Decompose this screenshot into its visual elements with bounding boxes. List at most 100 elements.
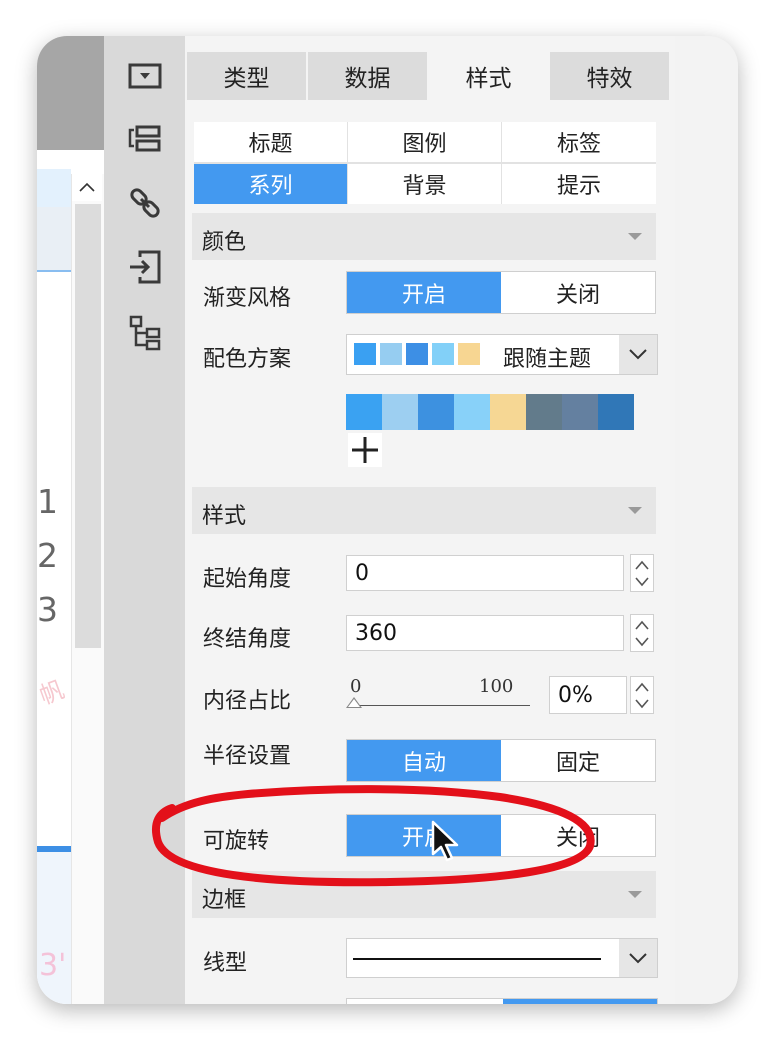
gradient-style-label: 渐变风格 [203, 286, 292, 311]
subtab-background[interactable]: 背景 [348, 164, 501, 204]
rotatable-toggle: 开启 关闭 [346, 814, 656, 857]
radius-fixed-option[interactable]: 固定 [501, 740, 655, 781]
scheme-preview-swatch [458, 343, 480, 365]
scheme-preview-swatch [406, 343, 428, 365]
slider-min-label: 0 [350, 676, 362, 697]
chevron-up-icon [79, 182, 95, 192]
border-toggle-selected[interactable] [503, 999, 657, 1004]
rotatable-on-option[interactable]: 开启 [347, 815, 501, 856]
side-toolbar [104, 36, 185, 1004]
chevron-down-icon[interactable] [619, 335, 657, 374]
tab-data[interactable]: 数据 [308, 52, 427, 100]
border-toggle-partial[interactable] [346, 998, 658, 1004]
palette-color-chip[interactable] [562, 394, 598, 430]
inner-radius-label: 内径占比 [203, 689, 292, 714]
color-scheme-select[interactable]: 跟随主题 [346, 334, 658, 375]
gradient-style-toggle: 开启 关闭 [346, 271, 656, 314]
palette-color-chip[interactable] [454, 394, 490, 430]
rotatable-off-option[interactable]: 关闭 [501, 815, 655, 856]
subtab-series[interactable]: 系列 [194, 164, 347, 204]
rotatable-label: 可旋转 [203, 829, 270, 854]
chevron-up-icon[interactable] [635, 558, 649, 572]
screen-icon[interactable] [126, 57, 164, 95]
canvas-header-row [37, 207, 71, 272]
gradient-off-option[interactable]: 关闭 [501, 272, 655, 313]
end-angle-input[interactable]: 360 [346, 615, 624, 651]
import-icon[interactable] [126, 248, 164, 286]
chart-canvas: 1 2 3 帆 3' [37, 36, 105, 1004]
gradient-on-option[interactable]: 开启 [347, 272, 501, 313]
subtab-label[interactable]: 标签 [502, 122, 656, 162]
slider-handle[interactable] [346, 697, 362, 708]
row-number: 1 [37, 482, 58, 521]
collapse-caret-icon[interactable] [628, 507, 642, 514]
palette-color-chip[interactable] [490, 394, 526, 430]
palette-color-chip[interactable] [382, 394, 418, 430]
color-scheme-value: 跟随主题 [503, 347, 592, 372]
section-border-header[interactable]: 边框 [192, 871, 656, 918]
radius-setting-toggle: 自动 固定 [346, 739, 656, 782]
app-window: 1 2 3 帆 3' 类型 数据 样式 特效 标题 图例 标签 系列 背景 提示… [37, 36, 738, 1004]
palette-color-chip[interactable] [418, 394, 454, 430]
chevron-down-icon[interactable] [635, 575, 649, 589]
scrollbar-thumb[interactable] [75, 204, 101, 648]
tree-icon[interactable] [126, 314, 164, 352]
palette-color-chip[interactable] [346, 394, 382, 430]
slider-max-label: 100 [479, 676, 514, 697]
style-subtabs: 标题 图例 标签 系列 背景 提示 [194, 122, 656, 204]
subtab-legend[interactable]: 图例 [348, 122, 501, 162]
section-title: 边框 [202, 888, 247, 913]
scheme-preview-swatch [380, 343, 402, 365]
subtab-tooltip[interactable]: 提示 [502, 164, 656, 204]
mouse-pointer-icon [431, 820, 459, 862]
section-title: 颜色 [202, 230, 247, 255]
section-color-header[interactable]: 颜色 [192, 213, 656, 260]
canvas-faded-text: 3' [39, 948, 67, 983]
canvas-faded-text: 帆 [37, 675, 68, 711]
add-color-button[interactable] [348, 433, 382, 467]
subtab-title[interactable]: 标题 [194, 122, 347, 162]
scroll-up-button[interactable] [72, 173, 102, 201]
solid-line-preview [353, 958, 601, 960]
color-palette [346, 394, 634, 430]
tab-effects[interactable]: 特效 [550, 52, 669, 100]
radius-auto-option[interactable]: 自动 [347, 740, 501, 781]
row-number: 3 [37, 590, 58, 629]
radius-setting-label: 半径设置 [203, 744, 292, 769]
end-angle-label: 终结角度 [203, 627, 292, 652]
inner-radius-input[interactable]: 0% [549, 676, 627, 714]
palette-color-chip[interactable] [526, 394, 562, 430]
chevron-up-icon[interactable] [635, 618, 649, 632]
end-angle-stepper[interactable] [630, 614, 654, 652]
link-icon[interactable] [126, 184, 164, 222]
start-angle-stepper[interactable] [630, 554, 654, 592]
layers-icon[interactable] [126, 120, 164, 158]
row-number: 2 [37, 536, 58, 575]
panel-margin [675, 36, 738, 1004]
tab-style[interactable]: 样式 [429, 52, 548, 100]
chevron-down-icon[interactable] [635, 635, 649, 649]
start-angle-label: 起始角度 [203, 567, 292, 592]
tab-type[interactable]: 类型 [187, 52, 306, 100]
color-scheme-label: 配色方案 [203, 347, 292, 372]
section-title: 样式 [202, 504, 247, 529]
main-tabs: 类型 数据 样式 特效 [187, 52, 671, 100]
line-type-label: 线型 [203, 951, 248, 976]
inner-radius-stepper[interactable] [630, 676, 654, 714]
slider-track[interactable] [350, 705, 530, 706]
start-angle-input[interactable]: 0 [346, 555, 624, 591]
collapse-caret-icon[interactable] [628, 233, 642, 240]
palette-color-chip[interactable] [598, 394, 634, 430]
chevron-up-icon[interactable] [635, 680, 649, 694]
chevron-down-icon[interactable] [619, 939, 657, 977]
section-style-header[interactable]: 样式 [192, 487, 656, 534]
line-type-select[interactable] [346, 938, 658, 978]
collapse-caret-icon[interactable] [628, 891, 642, 898]
scheme-preview-swatch [354, 343, 376, 365]
scheme-preview-swatch [432, 343, 454, 365]
canvas-header [37, 36, 104, 150]
chevron-down-icon[interactable] [635, 697, 649, 711]
inner-radius-slider[interactable]: 0 100 [346, 676, 536, 716]
plus-icon [352, 437, 378, 463]
canvas-header-band [37, 169, 71, 207]
